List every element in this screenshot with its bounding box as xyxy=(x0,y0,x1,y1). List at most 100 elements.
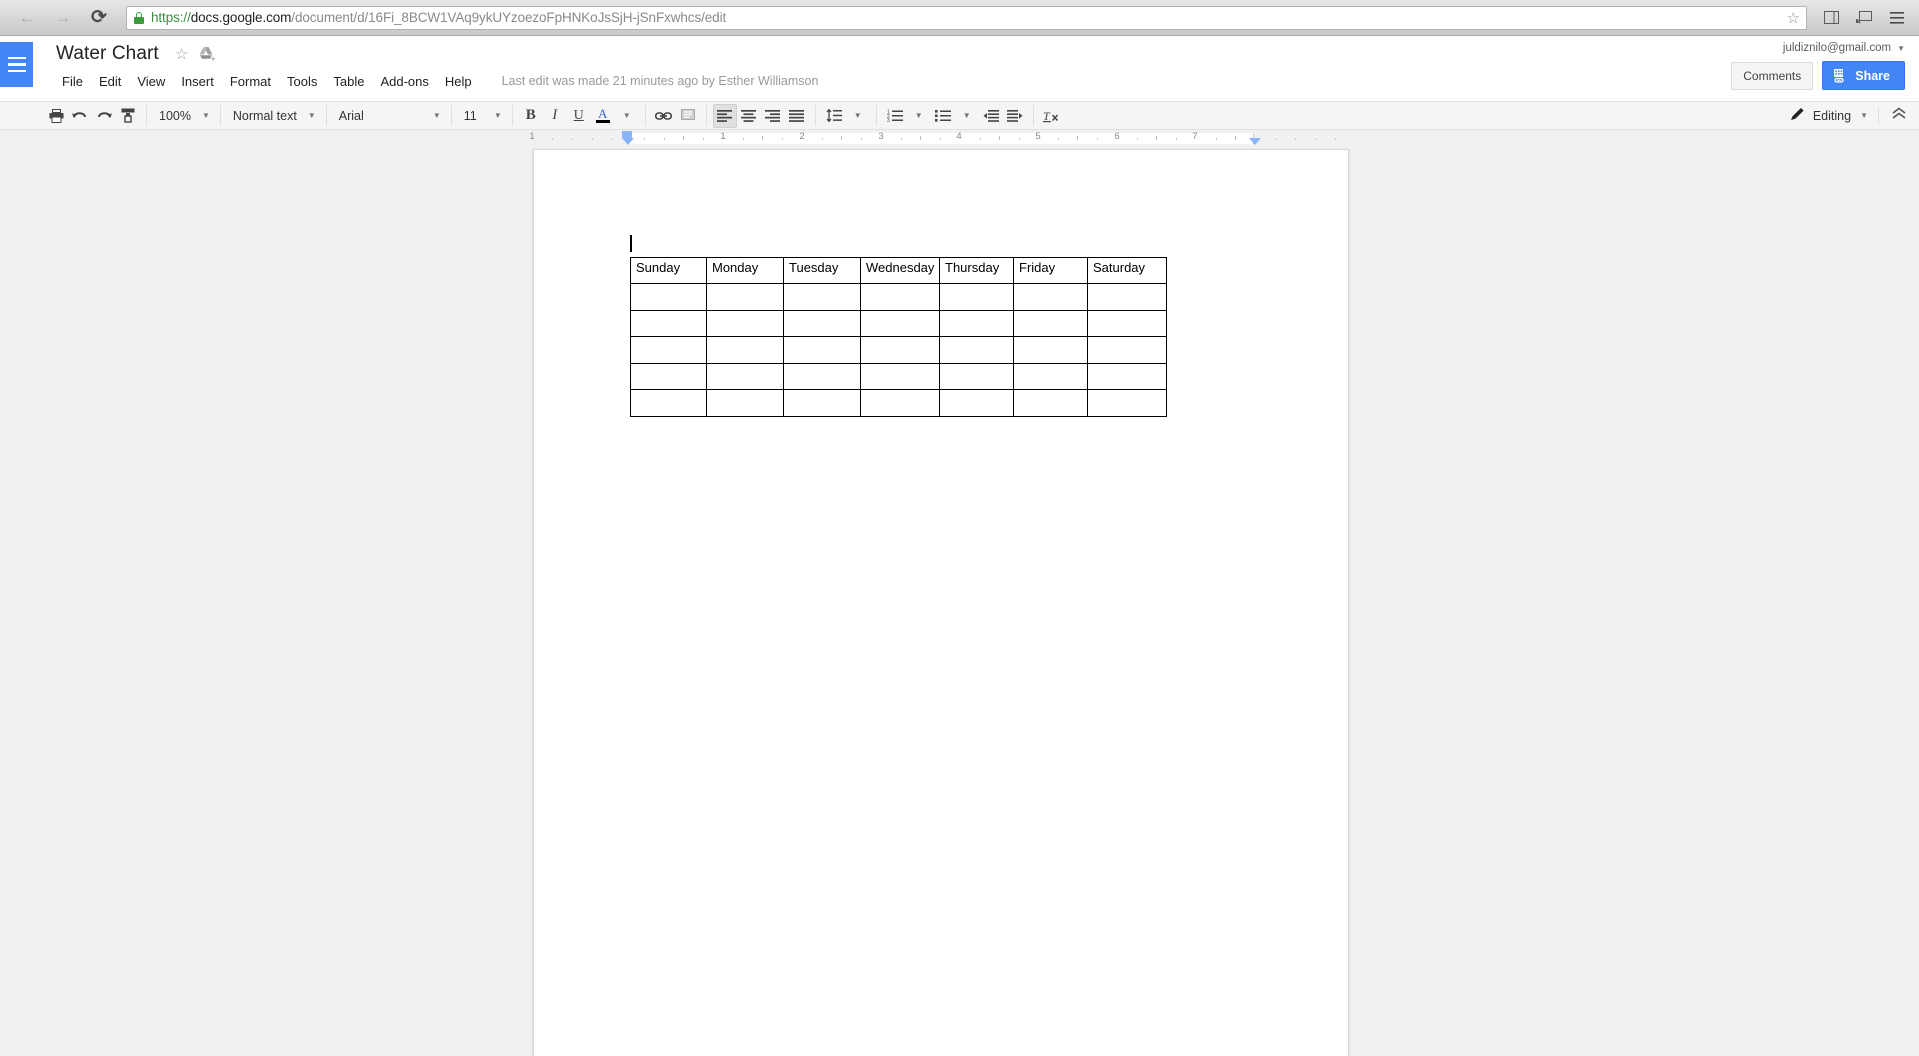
table-cell[interactable] xyxy=(1087,283,1167,311)
comments-button[interactable]: Comments xyxy=(1731,61,1814,90)
address-bar[interactable]: https://docs.google.com/document/d/16Fi_… xyxy=(126,5,1807,30)
table-cell[interactable] xyxy=(706,283,784,311)
table-cell[interactable] xyxy=(939,309,1014,337)
table-cell[interactable] xyxy=(1013,309,1088,337)
bulleted-list-dropdown[interactable]: ▼ xyxy=(955,104,979,128)
line-spacing-dropdown[interactable]: ▼ xyxy=(846,104,870,128)
table-cell[interactable] xyxy=(706,362,784,390)
table-cell[interactable] xyxy=(1087,362,1167,390)
table-cell[interactable] xyxy=(1013,283,1088,311)
table-header-cell[interactable]: Monday xyxy=(706,257,784,284)
table-cell[interactable] xyxy=(783,309,861,337)
table-cell[interactable] xyxy=(1013,336,1088,364)
font-family-select[interactable]: Arial ▼ xyxy=(333,104,445,128)
sidebar-panel-icon[interactable] xyxy=(1821,8,1841,28)
paint-format-icon[interactable] xyxy=(116,104,140,128)
align-right-icon[interactable] xyxy=(761,104,785,128)
table-header-cell[interactable]: Friday xyxy=(1013,257,1088,284)
paragraph-style-select[interactable]: Normal text ▼ xyxy=(227,104,320,128)
google-docs-logo[interactable] xyxy=(0,42,33,87)
redo-icon[interactable] xyxy=(92,104,116,128)
table-cell[interactable] xyxy=(860,309,940,337)
menu-addons[interactable]: Add-ons xyxy=(372,72,436,91)
table-cell[interactable] xyxy=(939,336,1014,364)
move-to-drive-icon[interactable]: + xyxy=(199,46,217,64)
add-comment-icon[interactable] xyxy=(676,104,700,128)
increase-indent-icon[interactable] xyxy=(1003,104,1027,128)
table-cell[interactable] xyxy=(939,389,1014,417)
numbered-list-dropdown[interactable]: ▼ xyxy=(907,104,931,128)
bold-button[interactable]: B xyxy=(519,104,543,128)
table-cell[interactable] xyxy=(706,336,784,364)
menu-help[interactable]: Help xyxy=(437,72,480,91)
align-justify-icon[interactable] xyxy=(785,104,809,128)
forward-arrow-icon[interactable]: → xyxy=(52,7,74,29)
italic-button[interactable]: I xyxy=(543,104,567,128)
table-row[interactable] xyxy=(630,362,1167,390)
table-cell[interactable] xyxy=(630,389,707,417)
underline-button[interactable]: U xyxy=(567,104,591,128)
table-cell[interactable] xyxy=(706,309,784,337)
star-icon[interactable]: ☆ xyxy=(1781,9,1800,27)
table-cell[interactable] xyxy=(860,283,940,311)
table-cell[interactable] xyxy=(630,362,707,390)
ruler[interactable]: 1 1 2 3 4 5 6 7 xyxy=(0,130,1919,147)
left-indent-marker[interactable] xyxy=(622,138,634,145)
table-row[interactable] xyxy=(630,309,1167,337)
table-header-cell[interactable]: Thursday xyxy=(939,257,1014,284)
bulleted-list-icon[interactable] xyxy=(931,104,955,128)
table-cell[interactable] xyxy=(1013,389,1088,417)
numbered-list-icon[interactable]: 123 xyxy=(883,104,907,128)
table-row[interactable] xyxy=(630,389,1167,417)
editing-mode-button[interactable]: Editing ▼ xyxy=(1790,107,1868,124)
table-row[interactable]: Sunday Monday Tuesday Wednesday Thursday… xyxy=(630,257,1167,284)
cast-icon[interactable] xyxy=(1854,8,1874,28)
back-arrow-icon[interactable]: ← xyxy=(16,7,38,29)
table-cell[interactable] xyxy=(783,362,861,390)
align-center-icon[interactable] xyxy=(737,104,761,128)
table-cell[interactable] xyxy=(630,309,707,337)
table-row[interactable] xyxy=(630,336,1167,364)
collapse-chevron-icon[interactable] xyxy=(1878,107,1907,124)
menu-format[interactable]: Format xyxy=(222,72,279,91)
table-cell[interactable] xyxy=(860,389,940,417)
first-line-indent-marker[interactable] xyxy=(622,131,632,138)
reload-icon[interactable]: ⟳ xyxy=(88,7,110,29)
table-cell[interactable] xyxy=(1087,389,1167,417)
text-color-button[interactable]: A xyxy=(591,104,615,128)
table-cell[interactable] xyxy=(860,362,940,390)
menu-table[interactable]: Table xyxy=(325,72,372,91)
document-title[interactable]: Water Chart xyxy=(56,43,159,65)
table-cell[interactable] xyxy=(1013,362,1088,390)
table-cell[interactable] xyxy=(706,389,784,417)
align-left-icon[interactable] xyxy=(712,103,737,128)
undo-icon[interactable] xyxy=(68,104,92,128)
table-cell[interactable] xyxy=(630,336,707,364)
table-header-cell[interactable]: Wednesday xyxy=(860,257,940,284)
menu-view[interactable]: View xyxy=(129,72,173,91)
table-cell[interactable] xyxy=(783,336,861,364)
table-header-cell[interactable]: Tuesday xyxy=(783,257,861,284)
table-cell[interactable] xyxy=(939,362,1014,390)
table-cell[interactable] xyxy=(1087,336,1167,364)
last-edit-status[interactable]: Last edit was made 21 minutes ago by Est… xyxy=(502,74,819,88)
menu-edit[interactable]: Edit xyxy=(91,72,129,91)
table-cell[interactable] xyxy=(1087,309,1167,337)
insert-link-icon[interactable] xyxy=(652,104,676,128)
table-cell[interactable] xyxy=(939,283,1014,311)
table-cell[interactable] xyxy=(860,336,940,364)
table-header-cell[interactable]: Saturday xyxy=(1087,257,1167,284)
water-chart-table[interactable]: Sunday Monday Tuesday Wednesday Thursday… xyxy=(630,257,1167,417)
menu-tools[interactable]: Tools xyxy=(279,72,325,91)
menu-file[interactable]: File xyxy=(54,72,91,91)
table-cell[interactable] xyxy=(783,283,861,311)
decrease-indent-icon[interactable] xyxy=(979,104,1003,128)
text-color-dropdown[interactable]: ▼ xyxy=(615,104,639,128)
table-header-cell[interactable]: Sunday xyxy=(630,257,707,284)
zoom-select[interactable]: 100% ▼ xyxy=(153,104,214,128)
table-cell[interactable] xyxy=(630,283,707,311)
share-button[interactable]: Share xyxy=(1822,61,1905,90)
document-page[interactable]: Sunday Monday Tuesday Wednesday Thursday… xyxy=(533,149,1349,1056)
menu-insert[interactable]: Insert xyxy=(173,72,222,91)
account-menu[interactable]: juldiznilo@gmail.com ▼ xyxy=(1783,42,1905,54)
